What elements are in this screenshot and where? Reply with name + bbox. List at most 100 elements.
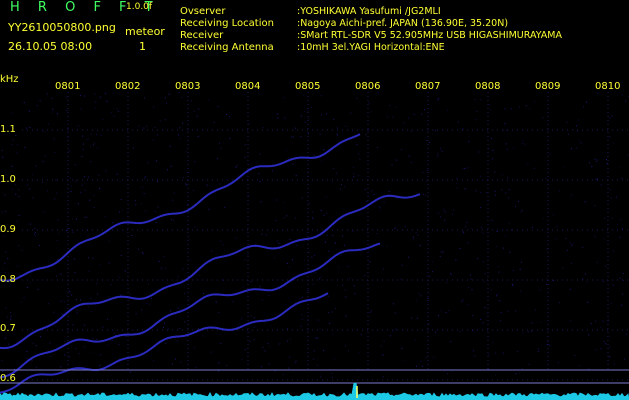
noise-speckle (458, 121, 459, 123)
noise-speckle (118, 343, 120, 345)
noise-speckle (569, 242, 571, 244)
noise-speckle (81, 184, 83, 186)
noise-speckle (295, 127, 297, 129)
noise-speckle (167, 328, 169, 330)
noise-speckle (404, 359, 406, 361)
noise-speckle (433, 356, 435, 358)
noise-speckle (557, 362, 559, 364)
noise-speckle (268, 363, 270, 365)
noise-speckle (70, 185, 72, 187)
noise-speckle (72, 324, 74, 326)
noise-speckle (335, 172, 337, 174)
noise-speckle (366, 200, 368, 202)
noise-speckle (344, 186, 346, 188)
noise-speckle (102, 119, 104, 121)
noise-speckle (99, 365, 101, 367)
noise-speckle (504, 123, 506, 125)
noise-speckle (437, 155, 439, 157)
noise-speckle (332, 167, 334, 169)
noise-speckle (135, 204, 137, 206)
noise-speckle (80, 299, 81, 301)
noise-speckle (494, 190, 496, 192)
noise-speckle (325, 241, 326, 243)
noise-speckle (138, 125, 140, 127)
noise-speckle (566, 249, 568, 251)
noise-speckle (313, 358, 315, 360)
noise-speckle (320, 376, 322, 378)
noise-speckle (522, 140, 524, 142)
noise-speckle (12, 139, 14, 141)
noise-speckle (35, 165, 37, 167)
noise-speckle (76, 309, 78, 311)
noise-speckle (500, 312, 502, 314)
noise-speckle (39, 336, 41, 338)
noise-speckle (307, 290, 309, 292)
noise-speckle (306, 171, 308, 173)
noise-speckle (563, 167, 565, 169)
noise-speckle (394, 228, 396, 230)
noise-speckle (576, 147, 577, 149)
noise-speckle (379, 206, 381, 208)
noise-speckle (472, 315, 474, 316)
noise-speckle (291, 136, 293, 138)
noise-speckle (486, 192, 488, 194)
noise-speckle (440, 148, 442, 150)
noise-speckle (283, 117, 285, 119)
noise-speckle (26, 286, 28, 288)
noise-speckle (524, 143, 526, 145)
noise-speckle (88, 176, 90, 178)
noise-speckle (92, 338, 94, 340)
noise-speckle (187, 172, 189, 173)
noise-speckle (342, 235, 344, 237)
noise-speckle (549, 344, 551, 346)
noise-speckle (105, 92, 107, 94)
noise-speckle (15, 193, 17, 195)
noise-speckle (48, 303, 50, 305)
noise-speckle (543, 217, 545, 219)
noise-speckle (285, 117, 286, 119)
noise-speckle (134, 200, 136, 202)
noise-speckle (98, 174, 100, 176)
noise-speckle (186, 204, 188, 206)
noise-speckle (303, 110, 305, 112)
noise-speckle (476, 111, 478, 112)
noise-speckle (63, 341, 65, 342)
noise-speckle (353, 285, 355, 287)
noise-speckle (376, 232, 378, 234)
noise-speckle (533, 167, 535, 169)
noise-speckle (78, 353, 80, 355)
noise-speckle (558, 302, 560, 303)
noise-speckle (525, 105, 527, 107)
noise-speckle (7, 316, 9, 318)
noise-speckle (556, 238, 558, 240)
noise-speckle (427, 297, 429, 299)
noise-speckle (455, 259, 457, 261)
noise-speckle (69, 290, 70, 292)
noise-speckle (527, 163, 529, 165)
noise-speckle (359, 158, 361, 160)
noise-speckle (90, 161, 92, 163)
noise-speckle (326, 113, 328, 115)
noise-speckle (82, 149, 84, 151)
signal-trace (0, 242, 381, 379)
noise-speckle (87, 138, 89, 140)
noise-speckle (310, 106, 312, 108)
noise-speckle (477, 258, 479, 260)
noise-speckle (542, 117, 544, 118)
noise-speckle (621, 177, 623, 179)
noise-speckle (244, 348, 246, 350)
time-label: 0801 (55, 81, 81, 92)
noise-speckle (199, 274, 201, 276)
noise-speckle (518, 372, 520, 374)
noise-speckle (277, 117, 279, 119)
noise-speckle (108, 296, 110, 298)
noise-speckle (34, 228, 36, 230)
noise-speckle (617, 223, 619, 225)
noise-speckle (412, 239, 414, 241)
noise-speckle (144, 176, 146, 178)
noise-speckle (177, 307, 179, 309)
noise-speckle (464, 188, 466, 190)
noise-speckle (600, 326, 602, 328)
noise-speckle (220, 342, 222, 344)
noise-speckle (17, 144, 19, 146)
